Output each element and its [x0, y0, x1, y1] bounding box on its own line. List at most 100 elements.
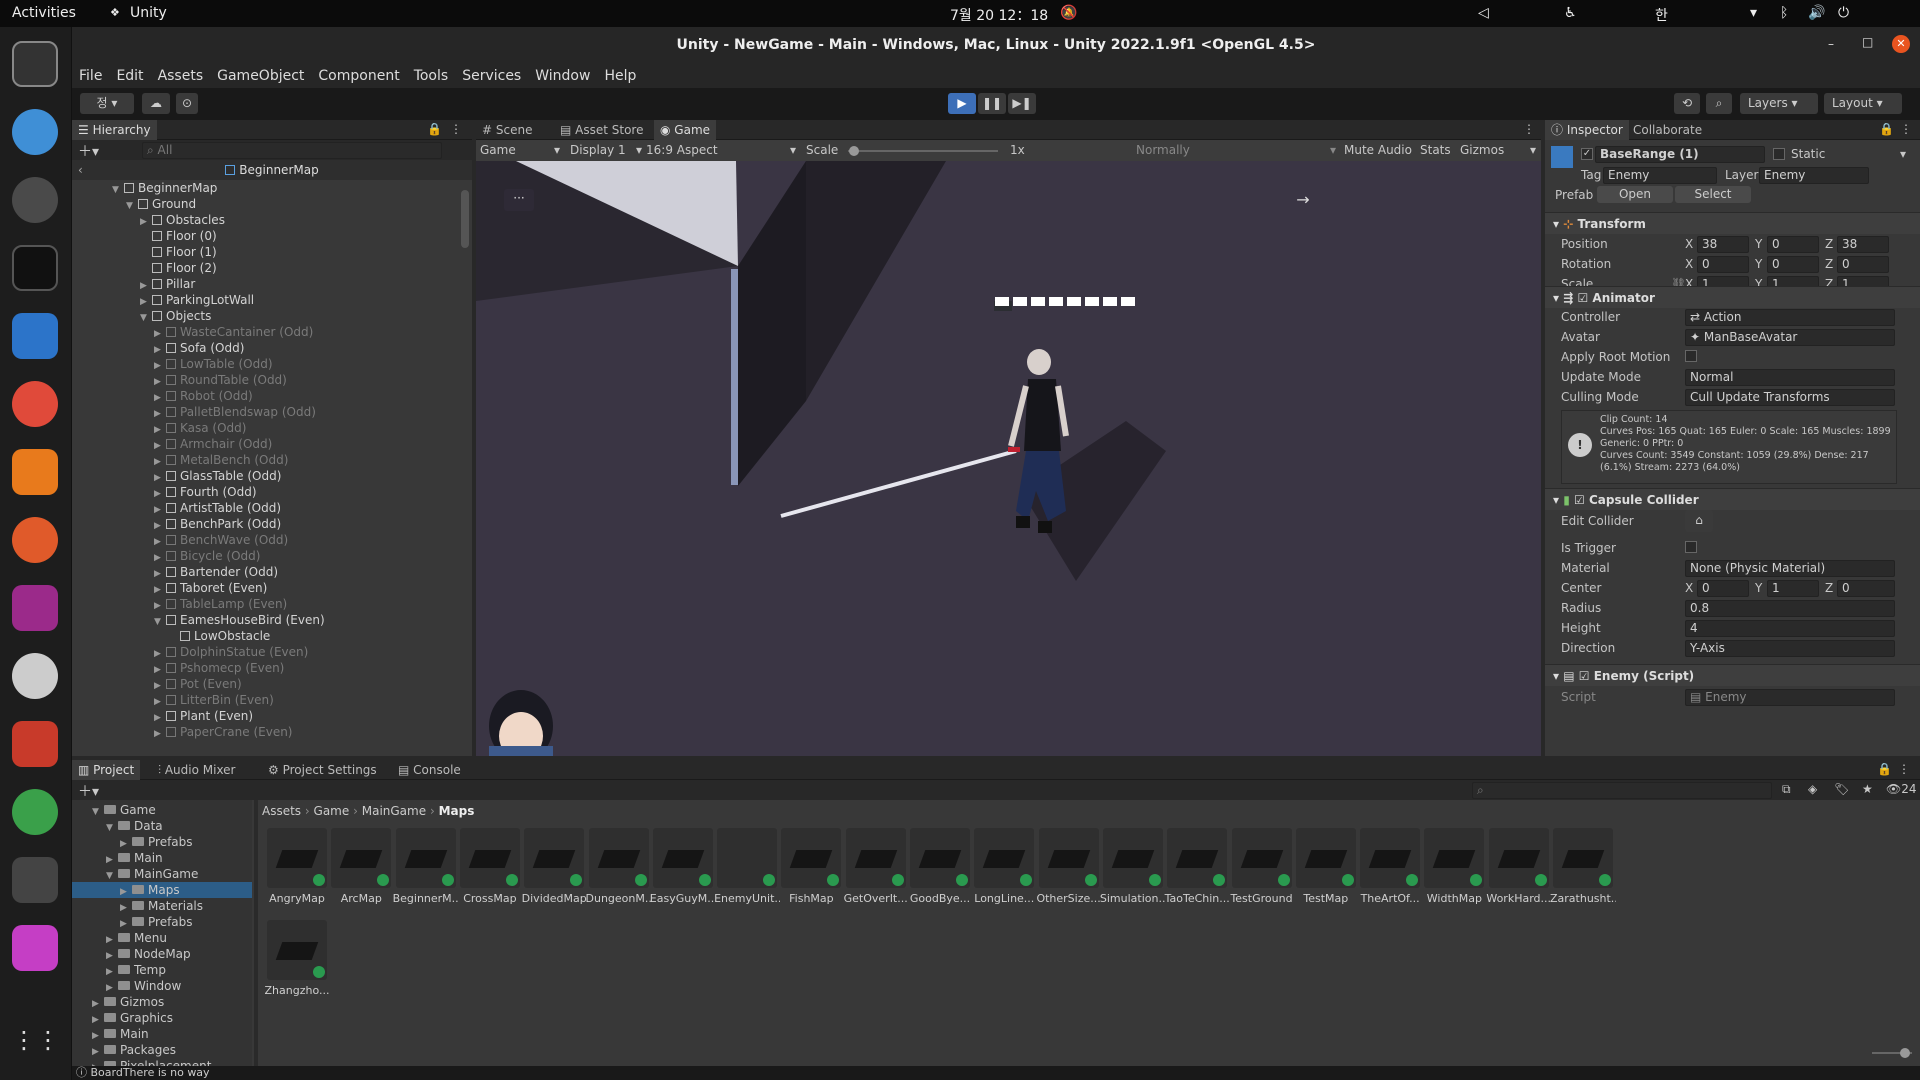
script-checkbox[interactable]: ☑: [1579, 669, 1590, 683]
hierarchy-item[interactable]: Floor (0): [140, 228, 217, 244]
minimize-button[interactable]: –: [1828, 37, 1834, 51]
asset-item[interactable]: AngryMap: [264, 828, 330, 905]
step-button[interactable]: ▶❚: [1008, 93, 1036, 114]
media-player-icon[interactable]: [12, 449, 58, 495]
activities-button[interactable]: Activities: [12, 5, 76, 21]
transform-rotation-x-field[interactable]: 0: [1697, 256, 1749, 273]
asset-item[interactable]: EnemyUnit...: [714, 828, 780, 905]
screenshot-app-icon[interactable]: [12, 41, 58, 87]
unity-editor-icon[interactable]: [12, 857, 58, 903]
breadcrumb-game[interactable]: Game: [314, 804, 350, 818]
breadcrumb-assets[interactable]: Assets: [262, 804, 301, 818]
tag-filter-icon[interactable]: 🏷: [1834, 782, 1849, 796]
hierarchy-item[interactable]: ▶ RoundTable (Odd): [154, 372, 287, 388]
game-mode-dropdown[interactable]: Game ▾: [480, 140, 560, 161]
hierarchy-item[interactable]: ▶ ArtistTable (Odd): [154, 500, 281, 516]
hierarchy-item[interactable]: ▶ PaperCrane (Even): [154, 724, 293, 740]
folder-item[interactable]: ▶ Packages: [92, 1042, 252, 1058]
menu-services[interactable]: Services: [455, 64, 528, 88]
tab-hierarchy[interactable]: ☰ Hierarchy: [72, 120, 157, 140]
hierarchy-item[interactable]: ▶ Armchair (Odd): [154, 436, 272, 452]
hierarchy-item[interactable]: ▼ BeginnerMap: [112, 180, 217, 196]
material-field[interactable]: None (Physic Material): [1685, 560, 1895, 577]
edit-collider-button[interactable]: ⌂: [1685, 510, 1713, 532]
folder-item[interactable]: ▶ Maps: [72, 882, 252, 898]
more-icon[interactable]: ⋮: [1900, 122, 1912, 136]
hierarchy-item[interactable]: ▼ EamesHouseBird (Even): [154, 612, 325, 628]
input-method[interactable]: 한: [1655, 5, 1668, 25]
hierarchy-scrollbar[interactable]: [461, 190, 469, 248]
hierarchy-item[interactable]: ▶ Sofa (Odd): [154, 340, 244, 356]
root-motion-checkbox[interactable]: [1685, 350, 1697, 362]
chevron-down-icon[interactable]: ▾: [1530, 140, 1536, 161]
script-field[interactable]: ▤ Enemy: [1685, 689, 1895, 706]
asset-item[interactable]: ArcMap: [328, 828, 394, 905]
asset-item[interactable]: WorkHard...: [1486, 828, 1552, 905]
mute-audio-button[interactable]: Mute Audio: [1344, 140, 1412, 161]
menu-component[interactable]: Component: [311, 64, 406, 88]
hierarchy-item[interactable]: ▶ GlassTable (Odd): [154, 468, 281, 484]
collab-icon[interactable]: ⊙: [176, 93, 198, 114]
asset-item[interactable]: TestMap: [1293, 828, 1359, 905]
thumbnail-size-handle[interactable]: [1900, 1048, 1910, 1058]
volume-icon[interactable]: 🔊: [1808, 5, 1825, 21]
tray-icon[interactable]: ◁: [1478, 5, 1489, 21]
folder-item[interactable]: ▶ Menu: [106, 930, 252, 946]
update-mode-dropdown[interactable]: Normal: [1685, 369, 1895, 386]
menu-gameobject[interactable]: GameObject: [210, 64, 311, 88]
asset-item[interactable]: CrossMap: [457, 828, 523, 905]
asset-item[interactable]: TaoTeChin...: [1164, 828, 1230, 905]
terminal-icon[interactable]: [12, 245, 58, 291]
unity-hub-icon[interactable]: [12, 585, 58, 631]
capsule-collider-header[interactable]: ▾ ▮ ☑ Capsule Collider: [1545, 488, 1920, 510]
pause-button[interactable]: ❚❚: [978, 93, 1006, 114]
layers-dropdown[interactable]: Layers ▾: [1740, 93, 1818, 114]
expanded-arrow-icon[interactable]: ▼: [126, 198, 138, 214]
rider-icon[interactable]: [12, 925, 58, 971]
menu-assets[interactable]: Assets: [151, 64, 211, 88]
lock-icon[interactable]: 🔒: [1877, 762, 1892, 776]
expanded-arrow-icon[interactable]: ▼: [154, 614, 166, 630]
tab-project-settings[interactable]: ⚙ Project Settings: [262, 760, 383, 780]
asset-item[interactable]: WidthMap: [1421, 828, 1487, 905]
tree-splitter[interactable]: [254, 800, 258, 1066]
tab-console[interactable]: ▤ Console: [392, 760, 467, 780]
hierarchy-item[interactable]: ▶ Bicycle (Odd): [154, 548, 260, 564]
chevron-down-icon[interactable]: ▾: [1900, 147, 1906, 161]
asset-item[interactable]: TestGround: [1229, 828, 1295, 905]
game-menu-button[interactable]: ···: [504, 189, 534, 211]
account-dropdown[interactable]: 정 ▾: [80, 93, 134, 114]
hierarchy-item[interactable]: Floor (1): [140, 244, 217, 260]
display-dropdown[interactable]: Display 1 ▾: [570, 140, 642, 161]
transform-rotation-z-field[interactable]: 0: [1837, 256, 1889, 273]
folder-item[interactable]: ▶ Temp: [106, 962, 252, 978]
cloud-icon[interactable]: ☁: [142, 93, 170, 114]
layer-dropdown[interactable]: Enemy: [1759, 167, 1869, 184]
transform-header[interactable]: ▾ ⊹ Transform: [1545, 212, 1920, 234]
folder-item[interactable]: ▶ Materials: [120, 898, 252, 914]
hierarchy-item[interactable]: LowObstacle: [168, 628, 270, 644]
animator-checkbox[interactable]: ☑: [1577, 291, 1588, 305]
hierarchy-item[interactable]: Floor (2): [140, 260, 217, 276]
stats-button[interactable]: Stats: [1420, 140, 1451, 161]
hierarchy-item[interactable]: ▶ Pillar: [140, 276, 195, 292]
app-menu[interactable]: Unity: [130, 5, 167, 21]
transform-position-y-field[interactable]: 0: [1767, 236, 1819, 253]
hierarchy-item[interactable]: ▶ Pshomecp (Even): [154, 660, 284, 676]
hierarchy-item[interactable]: ▶ LowTable (Odd): [154, 356, 273, 372]
play-button[interactable]: ▶: [948, 93, 976, 114]
tab-scene[interactable]: # Scene: [476, 120, 538, 140]
back-icon[interactable]: ‹: [78, 160, 83, 180]
is-trigger-checkbox[interactable]: [1685, 541, 1697, 553]
hierarchy-item[interactable]: ▼ Objects: [140, 308, 211, 324]
hierarchy-item[interactable]: ▶ BenchWave (Odd): [154, 532, 288, 548]
active-checkbox[interactable]: ✓: [1581, 148, 1593, 160]
expanded-arrow-icon[interactable]: ▼: [140, 310, 152, 326]
settings-gear-icon[interactable]: [12, 177, 58, 223]
asset-item[interactable]: LongLine...: [971, 828, 1037, 905]
asset-item[interactable]: EasyGuyM...: [650, 828, 716, 905]
asset-item[interactable]: Zhangzho...: [264, 920, 330, 997]
transform-position-z-field[interactable]: 38: [1837, 236, 1889, 253]
tab-project[interactable]: ▥ Project: [72, 760, 141, 780]
game-next-button[interactable]: →: [1288, 189, 1318, 211]
